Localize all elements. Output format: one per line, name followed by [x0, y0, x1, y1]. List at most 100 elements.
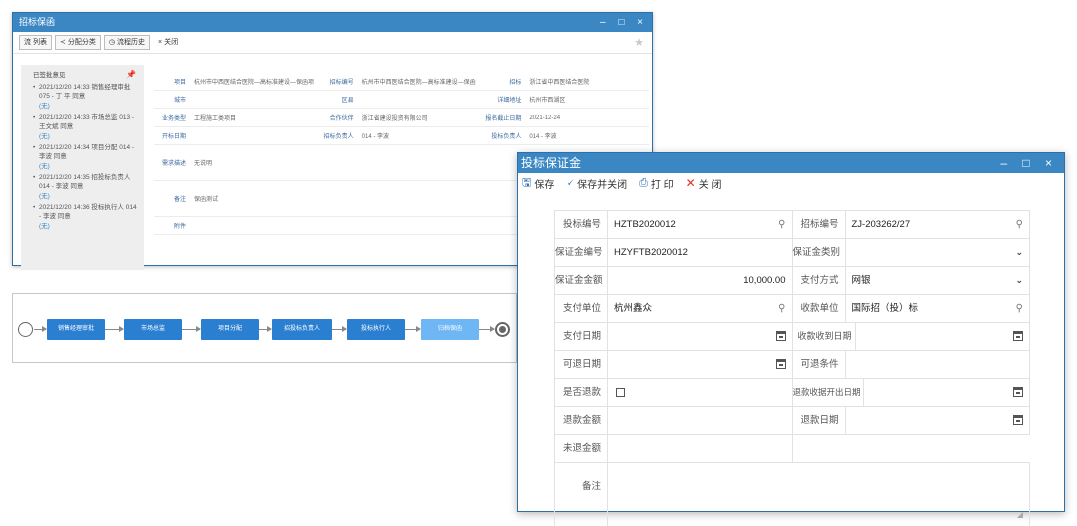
tender-number-field[interactable]: ZJ-203262/27 ⚲: [844, 211, 1030, 238]
flow-start-node: [18, 322, 33, 337]
form-row: 保证金金额 10,000.00 支付方式 网银 ⌄: [555, 267, 1030, 295]
save-close-icon: 🗸: [566, 176, 575, 189]
deposit-type-select[interactable]: ⌄: [844, 239, 1030, 266]
payer-field[interactable]: 杭州鑫众 ⚲: [607, 295, 792, 322]
form-row: 未退金额: [555, 435, 1030, 463]
flow-history-button[interactable]: ◷ 流程历史: [103, 35, 150, 50]
share-icon: ≺: [60, 39, 66, 46]
form-row: 备注 ◢: [555, 463, 1030, 526]
remarks-textarea[interactable]: ◢: [607, 463, 1029, 526]
form-row: 支付单位 杭州鑫众 ⚲ 收款单位 国际招（投）标 ⚲: [555, 295, 1030, 323]
deposit-amount-field[interactable]: 10,000.00: [607, 267, 792, 294]
fg-titlebar: 投标保证金 – □ ×: [518, 153, 1064, 173]
tenderer-field[interactable]: 浙江省中西医结合医院: [525, 77, 649, 86]
chevron-down-icon[interactable]: ⌄: [1015, 267, 1023, 294]
bg-close-button[interactable]: × 关闭: [153, 35, 183, 50]
deposit-number-field[interactable]: HZYFTB2020012: [607, 239, 792, 266]
save-button[interactable]: 🖫 保存: [522, 174, 554, 193]
flow-node[interactable]: 市场总监: [124, 319, 182, 340]
flow-arrow: [259, 326, 272, 332]
calendar-icon[interactable]: [1013, 415, 1023, 425]
flow-arrow: [479, 326, 495, 332]
calendar-icon[interactable]: [1013, 331, 1023, 341]
payee-field[interactable]: 国际招（投）标 ⚲: [844, 295, 1030, 322]
tender-number-field[interactable]: 杭州市中西医结合医院—高标准建设—保函: [358, 77, 482, 86]
payment-date-field[interactable]: [607, 323, 792, 350]
save-icon: 🖫: [522, 176, 532, 189]
refund-amount-field[interactable]: [607, 407, 792, 434]
search-icon[interactable]: ⚲: [778, 295, 785, 322]
resize-grip-icon[interactable]: ◢: [1017, 501, 1023, 526]
pin-icon[interactable]: 📌: [126, 70, 136, 79]
flow-node-current[interactable]: 归档保函: [421, 319, 479, 340]
partner-field[interactable]: 浙江省建设投资有限公司: [358, 113, 482, 122]
bid-number-field[interactable]: HZTB2020012 ⚲: [607, 211, 792, 238]
chevron-down-icon[interactable]: ⌄: [1015, 239, 1023, 266]
calendar-icon[interactable]: [1013, 387, 1023, 397]
close-icon: ×: [157, 39, 163, 46]
bg-form-row: 开标日期 招标负责人 014 - 李波 投标负责人 014 - 李波: [154, 127, 649, 145]
bg-form-row: 城市 区县 详细地址 杭州市西湖区: [154, 91, 649, 109]
close-icon: ✕: [685, 176, 696, 190]
fg-window-controls[interactable]: – □ ×: [1000, 153, 1058, 173]
deposit-form: 投标编号 HZTB2020012 ⚲ 招标编号 ZJ-203262/27 ⚲ 保证金编号…: [554, 210, 1030, 526]
search-icon[interactable]: ⚲: [1016, 211, 1023, 238]
opinion-note: (无): [39, 223, 50, 230]
flow-node[interactable]: 项目分配: [201, 319, 259, 340]
search-icon[interactable]: ⚲: [1016, 295, 1023, 322]
refund-condition-field[interactable]: [844, 351, 1030, 378]
deadline-field[interactable]: 2021-12-24: [525, 115, 649, 121]
close-button[interactable]: ✕ 关 闭: [686, 176, 722, 191]
calendar-icon[interactable]: [775, 331, 786, 341]
flow-node[interactable]: 投标执行人: [347, 319, 405, 340]
flow-end-node: [495, 322, 510, 337]
bg-titlebar: 招标保函 – □ ×: [13, 13, 652, 32]
is-refunded-field: [607, 379, 792, 406]
opinion-item: 2021/12/20 14:36 投标执行人 014 - 李波 同意: [33, 203, 138, 221]
fg-window-title: 投标保证金: [521, 156, 582, 170]
opinion-note: (无): [39, 103, 50, 110]
flow-arrow: [34, 326, 47, 332]
opinion-item: 2021/12/20 14:33 市场总监 013 - 王文斌 同意: [33, 113, 138, 131]
workflow-diagram: 销售经理审批 市场总监 项目分配 招投标负责人 投标执行人 归档保函: [12, 293, 517, 363]
refund-date-field[interactable]: [844, 407, 1030, 434]
tender-lead-field[interactable]: 014 - 李波: [358, 131, 482, 140]
opinion-note: (无): [39, 193, 50, 200]
flow-arrow: [405, 326, 421, 332]
unrefunded-amount-field[interactable]: [607, 435, 792, 462]
flow-arrow: [105, 326, 124, 332]
bid-lead-field[interactable]: 014 - 李波: [525, 131, 649, 140]
bid-deposit-window: 投标保证金 – □ × 🖫 保存 🗸 保存并关闭 ⎙ 打 印 ✕ 关 闭 投标编号 HZT…: [517, 152, 1065, 526]
clock-icon: ◷: [108, 39, 115, 46]
list-button[interactable]: 流列表: [19, 35, 52, 50]
bg-form-row: 项目 杭州市中西医结合医院—高标准建设—保函项目 招标编号 杭州市中西医结合医院—高…: [154, 73, 649, 91]
approval-opinions-header: 已签批意见 📌: [33, 70, 136, 79]
refund-receipt-date-field[interactable]: [862, 379, 1030, 406]
printer-icon: ⎙: [639, 176, 648, 189]
payment-method-select[interactable]: 网银 ⌄: [844, 267, 1030, 294]
form-row: 投标编号 HZTB2020012 ⚲ 招标编号 ZJ-203262/27 ⚲: [555, 211, 1030, 239]
refundable-date-field[interactable]: [607, 351, 792, 378]
receipt-date-field[interactable]: [854, 323, 1030, 350]
favorite-star-icon[interactable]: ★: [634, 36, 644, 49]
business-type-select[interactable]: 工程施工类项目: [190, 113, 314, 122]
bg-window-controls[interactable]: – □ ×: [600, 13, 648, 32]
save-close-button[interactable]: 🗸 保存并关闭: [566, 176, 627, 191]
flow-node[interactable]: 招投标负责人: [272, 319, 332, 340]
list-icon: 流: [24, 39, 31, 46]
search-icon[interactable]: ⚲: [778, 211, 785, 238]
print-button[interactable]: ⎙ 打 印: [639, 176, 674, 191]
refunded-checkbox[interactable]: [616, 388, 625, 397]
opinion-note: (无): [39, 163, 50, 170]
assign-category-button[interactable]: ≺ 分配分类: [55, 35, 101, 50]
form-row: 支付日期 收款收到日期: [555, 323, 1030, 351]
flow-arrow: [332, 326, 347, 332]
flow-node[interactable]: 销售经理审批: [47, 319, 105, 340]
calendar-icon[interactable]: [775, 359, 786, 369]
fg-toolbar: 🖫 保存 🗸 保存并关闭 ⎙ 打 印 ✕ 关 闭: [518, 173, 1064, 193]
opinion-item: 2021/12/20 14:35 招投标负责人 014 - 李波 同意: [33, 173, 138, 191]
address-field[interactable]: 杭州市西湖区: [525, 95, 649, 104]
opinion-item: 2021/12/20 14:34 项目分配 014 - 李波 同意: [33, 143, 138, 161]
form-row: 是否退款 退款收据开出日期: [555, 379, 1030, 407]
project-field[interactable]: 杭州市中西医结合医院—高标准建设—保函项目: [190, 77, 314, 86]
